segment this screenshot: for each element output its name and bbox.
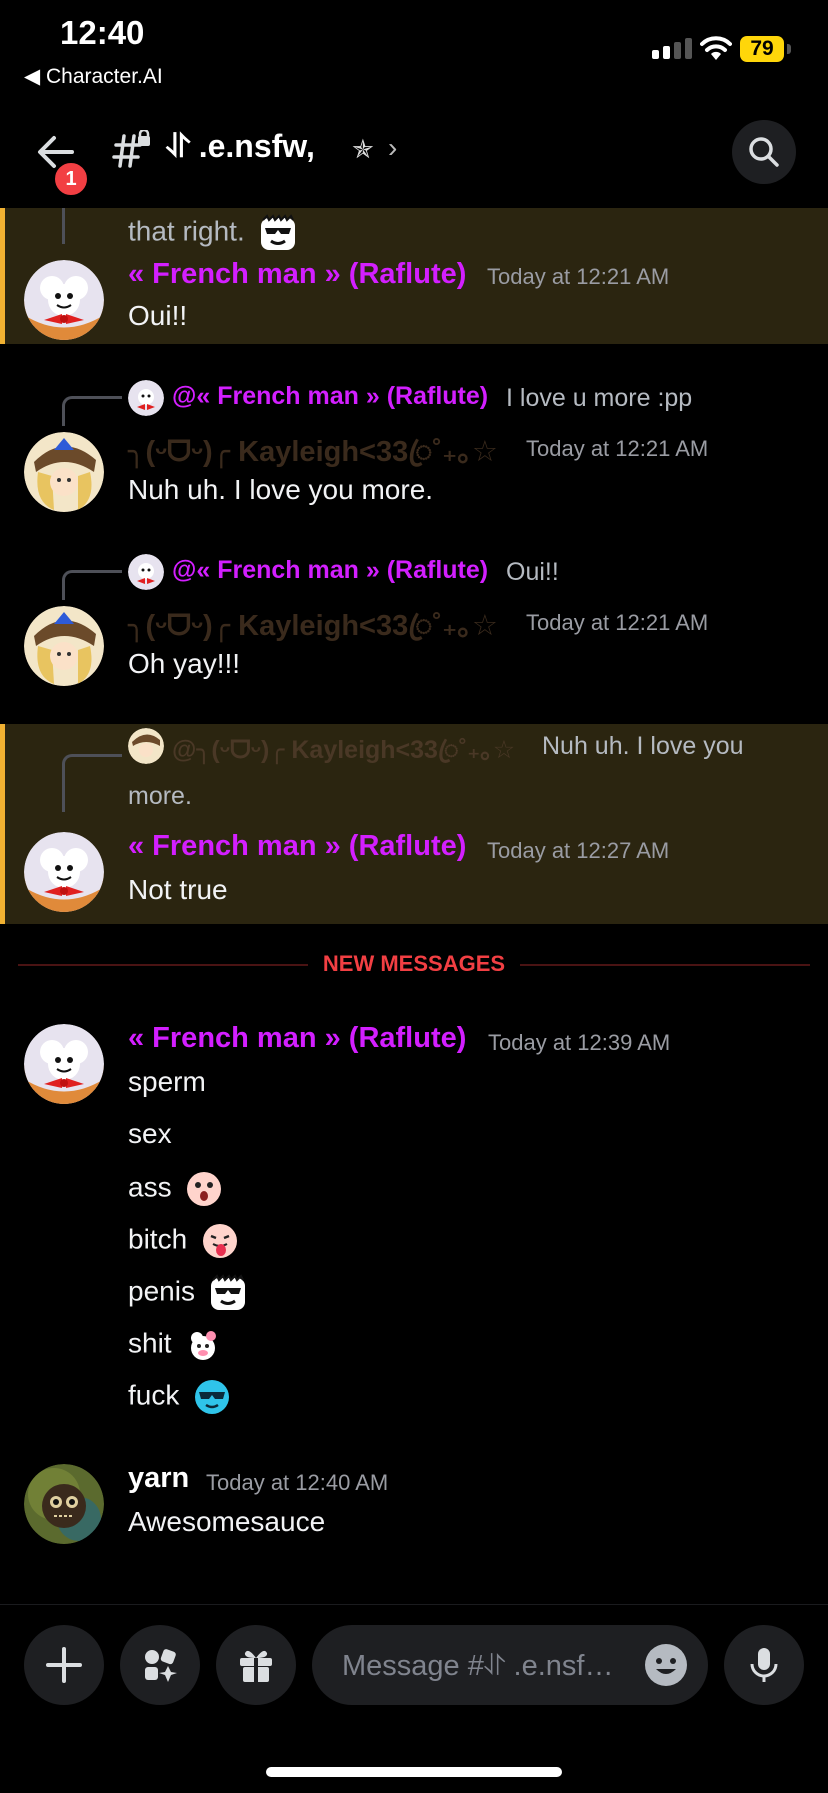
avatar[interactable] — [24, 1464, 104, 1544]
message-text: Awesomesauce — [128, 1506, 326, 1537]
author-name[interactable]: yarn — [128, 1462, 189, 1495]
message-text: Not true — [128, 874, 228, 905]
message-line: sex — [128, 1118, 172, 1149]
reply-connector — [62, 570, 122, 600]
reply-text[interactable]: I love u more :pp — [506, 384, 692, 413]
avatar[interactable] — [24, 1024, 104, 1104]
battery-nub — [787, 44, 791, 54]
reply-avatar — [128, 554, 164, 590]
reply-text[interactable]: Oui!! — [506, 558, 559, 587]
apps-icon — [145, 1649, 177, 1682]
reply-avatar — [128, 380, 164, 416]
message-text: Oui!! — [128, 300, 188, 331]
add-attachment-button[interactable] — [24, 1625, 104, 1705]
message-line-text: penis — [128, 1275, 195, 1307]
home-indicator — [266, 1767, 562, 1777]
message-line: shit — [128, 1326, 223, 1364]
timestamp: Today at 12:21 AM — [487, 264, 670, 289]
divider-line-right — [520, 964, 810, 966]
author-name[interactable]: « French man » (Raflute) — [128, 258, 466, 291]
timestamp: Today at 12:21 AM — [526, 436, 709, 461]
reply-avatar — [128, 728, 164, 764]
reply-text[interactable]: Nuh uh. I love you — [542, 732, 744, 761]
kayleigh-avatar-icon — [24, 432, 104, 512]
timestamp: Today at 12:21 AM — [526, 610, 709, 635]
kayleigh-avatar-icon — [128, 728, 164, 764]
chevron-right-icon[interactable]: › — [388, 132, 397, 164]
timestamp: Today at 12:40 AM — [206, 1470, 389, 1495]
wifi-icon — [700, 36, 732, 60]
avatar[interactable] — [24, 260, 104, 340]
reply-connector — [62, 396, 122, 426]
reply-author[interactable]: @« French man » (Raflute) — [172, 556, 488, 585]
reply-connector — [62, 754, 122, 812]
apps-button[interactable] — [120, 1625, 200, 1705]
avatar[interactable] — [24, 606, 104, 686]
kayleigh-avatar-icon — [24, 606, 104, 686]
french-man-avatar-icon — [128, 380, 164, 416]
divider-line-left — [18, 964, 308, 966]
timestamp: Today at 12:27 AM — [487, 838, 670, 863]
search-icon — [749, 137, 779, 167]
timestamp: Today at 12:39 AM — [488, 1030, 671, 1055]
search-button[interactable] — [732, 120, 796, 184]
thread-line — [62, 208, 65, 244]
french-man-avatar-icon — [128, 554, 164, 590]
message-continuation: that right. — [128, 215, 245, 247]
unread-badge: 1 — [52, 160, 90, 198]
channel-star-glyph: ✯ — [352, 134, 374, 164]
message-line: sperm — [128, 1066, 206, 1097]
gift-button[interactable] — [216, 1625, 296, 1705]
french-man-avatar-icon — [24, 1024, 104, 1104]
reply-text-continued[interactable]: more. — [128, 782, 192, 811]
channel-name[interactable]: ⥯ .e.nsfw, — [166, 128, 315, 166]
french-man-avatar-icon — [24, 832, 104, 912]
battery-icon: 79 — [740, 36, 784, 62]
message-composer — [0, 1604, 828, 1793]
highlighted-message[interactable]: that right. « French man » (Raflute) Tod… — [0, 208, 828, 344]
cool-blue-emoji-icon — [195, 1380, 230, 1414]
author-name[interactable]: « French man » (Raflute) — [128, 830, 466, 863]
voice-message-button[interactable] — [724, 1625, 804, 1705]
highlighted-message[interactable]: @╮(ᵕᗜᵕ)╭ Kayleigh<33ꦿ˚₊｡☆ Nuh uh. I love… — [0, 724, 828, 924]
microphone-icon — [750, 1648, 778, 1682]
message-line: bitch — [128, 1222, 239, 1260]
message-text: Nuh uh. I love you more. — [128, 474, 434, 505]
cute-creature-emoji-icon — [191, 1331, 217, 1360]
avatar[interactable] — [24, 432, 104, 512]
reply-author[interactable]: @« French man » (Raflute) — [172, 382, 488, 411]
message-line: ass — [128, 1170, 223, 1208]
gift-icon — [240, 1650, 272, 1682]
new-messages-divider: NEW MESSAGES — [322, 951, 506, 976]
status-bar: 12:40 ◀ Character.AI 79 — [0, 0, 828, 100]
surprised-emoji-icon — [187, 1172, 222, 1206]
tongue-out-emoji-icon — [202, 1224, 237, 1258]
message-line-text: fuck — [128, 1379, 180, 1411]
message-text: that right. — [128, 214, 297, 252]
message-input[interactable] — [340, 1643, 634, 1689]
sunglasses-emoji-icon — [210, 1274, 245, 1310]
sunglasses-emoji-icon — [260, 214, 295, 250]
signal-icon — [652, 38, 692, 59]
message-line-text: shit — [128, 1327, 172, 1359]
message-feed[interactable]: that right. « French man » (Raflute) Tod… — [0, 208, 828, 1604]
locked-hash-icon — [112, 130, 150, 168]
back-to-app-link[interactable]: ◀ Character.AI — [24, 64, 163, 89]
reply-author[interactable]: @╮(ᵕᗜᵕ)╭ Kayleigh<33ꦿ˚₊｡☆ — [172, 730, 515, 781]
yarn-avatar-icon — [24, 1464, 104, 1544]
avatar[interactable] — [24, 832, 104, 912]
french-man-avatar-icon — [24, 260, 104, 340]
channel-header: 1 ⥯ .e.nsfw, ✯ › — [0, 100, 828, 208]
message-text: Oh yay!!! — [128, 648, 241, 679]
emoji-icon[interactable] — [642, 1641, 690, 1689]
plus-icon — [46, 1647, 82, 1683]
message-input-container[interactable] — [312, 1625, 708, 1705]
message-line-text: ass — [128, 1171, 172, 1203]
author-name[interactable]: « French man » (Raflute) — [128, 1022, 466, 1055]
message-line: penis — [128, 1274, 247, 1312]
message-line-text: bitch — [128, 1223, 188, 1255]
status-time: 12:40 — [60, 14, 145, 51]
message-line: fuck — [128, 1378, 231, 1416]
